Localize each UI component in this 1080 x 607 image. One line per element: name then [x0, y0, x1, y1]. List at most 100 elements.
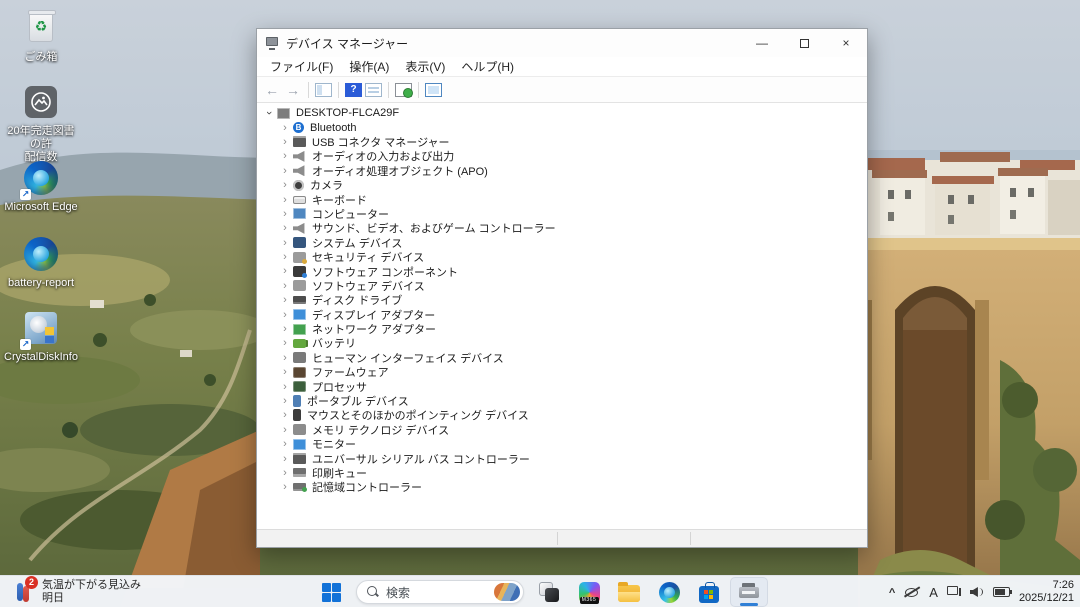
usb-connector-manager-icon: [293, 136, 306, 147]
expand-chevron-icon[interactable]: ›: [279, 123, 291, 133]
device-node-keyboards[interactable]: ›キーボード: [279, 192, 867, 206]
help-button[interactable]: ?: [345, 83, 362, 97]
edge-icon: [659, 582, 680, 603]
device-node-processors[interactable]: ›プロセッサ: [279, 379, 867, 393]
search-icon: [367, 586, 379, 598]
maximize-button[interactable]: [783, 29, 825, 57]
device-node-portable-devices[interactable]: ›ポータブル デバイス: [279, 394, 867, 408]
device-node-usb-connector-manager[interactable]: ›USB コネクタ マネージャー: [279, 135, 867, 149]
device-manager-taskbar-button[interactable]: [730, 577, 768, 607]
device-node-universal-serial-bus-controllers[interactable]: ›ユニバーサル シリアル バス コントローラー: [279, 451, 867, 465]
expand-chevron-icon[interactable]: ›: [279, 209, 291, 219]
device-node-disk-drives[interactable]: ›ディスク ドライブ: [279, 293, 867, 307]
desktop-icon-crystaldiskinfo[interactable]: ↗ CrystalDiskInfo: [2, 310, 80, 364]
device-node-software-components[interactable]: ›ソフトウェア コンポーネント: [279, 264, 867, 278]
collapse-chevron-icon[interactable]: ›: [263, 108, 275, 118]
expand-chevron-icon[interactable]: ›: [279, 396, 291, 406]
desktop-icon-microsoft-edge[interactable]: ↗ Microsoft Edge: [2, 160, 80, 214]
start-button[interactable]: [312, 577, 350, 607]
cameras-icon: [293, 180, 304, 191]
device-node-sound-video-and-game-controllers[interactable]: ›サウンド、ビデオ、およびゲーム コントローラー: [279, 221, 867, 235]
device-node-audio-processing-objects[interactable]: ›オーディオ処理オブジェクト (APO): [279, 164, 867, 178]
expand-chevron-icon[interactable]: ›: [279, 137, 291, 147]
file-explorer-button[interactable]: [610, 577, 648, 607]
expand-chevron-icon[interactable]: ›: [279, 223, 291, 233]
minimize-button[interactable]: —: [741, 29, 783, 57]
eye-slash-icon[interactable]: [904, 586, 920, 598]
expand-chevron-icon[interactable]: ›: [279, 310, 291, 320]
clock[interactable]: 7:26 2025/12/21: [1019, 579, 1074, 605]
weather-widget[interactable]: 2 気温が下がる見込み 明日: [6, 576, 149, 607]
expand-chevron-icon[interactable]: ›: [279, 367, 291, 377]
device-node-firmware[interactable]: ›ファームウェア: [279, 365, 867, 379]
thermometer-icon: 2: [14, 580, 36, 604]
search-box[interactable]: 検索: [356, 580, 524, 604]
portable-devices-icon: [293, 395, 301, 407]
device-node-computer[interactable]: ›コンピューター: [279, 207, 867, 221]
expand-chevron-icon[interactable]: ›: [279, 382, 291, 392]
window-titlebar[interactable]: デバイス マネージャー — ×: [257, 29, 867, 57]
search-highlight-image: [494, 583, 520, 601]
close-button[interactable]: ×: [825, 29, 867, 57]
device-node-memory-technology-devices[interactable]: ›メモリ テクノロジ デバイス: [279, 423, 867, 437]
devices-view-button[interactable]: [425, 83, 442, 97]
device-node-display-adapters[interactable]: ›ディスプレイ アダプター: [279, 307, 867, 321]
device-node-network-adapters[interactable]: ›ネットワーク アダプター: [279, 322, 867, 336]
desktop-icon-recycle-bin[interactable]: ♻ ごみ箱: [2, 10, 80, 64]
menu-view[interactable]: 表示(V): [398, 56, 452, 77]
desktop-icon-image-file[interactable]: 20年完走図書の許 配信数: [2, 84, 80, 164]
device-node-mice-and-other-pointing-devices[interactable]: ›マウスとそのほかのポインティング デバイス: [279, 408, 867, 422]
device-node-software-devices[interactable]: ›ソフトウェア デバイス: [279, 279, 867, 293]
device-node-security-devices[interactable]: ›セキュリティ デバイス: [279, 250, 867, 264]
expand-chevron-icon[interactable]: ›: [279, 353, 291, 363]
device-node-bluetooth[interactable]: ›BBluetooth: [279, 120, 867, 134]
menu-file[interactable]: ファイル(F): [263, 56, 340, 77]
expand-chevron-icon[interactable]: ›: [279, 180, 291, 190]
expand-chevron-icon[interactable]: ›: [279, 324, 291, 334]
edge-button[interactable]: [650, 577, 688, 607]
device-node-print-queues[interactable]: ›印刷キュー: [279, 466, 867, 480]
scan-hardware-changes-button[interactable]: [395, 83, 412, 97]
expand-chevron-icon[interactable]: ›: [279, 166, 291, 176]
expand-chevron-icon[interactable]: ›: [279, 195, 291, 205]
hidden-icons-chevron[interactable]: ^: [889, 587, 895, 599]
expand-chevron-icon[interactable]: ›: [279, 338, 291, 348]
expand-chevron-icon[interactable]: ›: [279, 238, 291, 248]
device-node-monitors[interactable]: ›モニター: [279, 437, 867, 451]
tree-root-computer[interactable]: › DESKTOP-FLCA29F: [263, 106, 867, 120]
device-node-cameras[interactable]: ›カメラ: [279, 178, 867, 192]
expand-chevron-icon[interactable]: ›: [279, 454, 291, 464]
copilot-button[interactable]: M365: [570, 577, 608, 607]
show-console-tree-button[interactable]: [315, 83, 332, 97]
expand-chevron-icon[interactable]: ›: [279, 468, 291, 478]
volume-icon[interactable]: [970, 586, 984, 598]
menu-help[interactable]: ヘルプ(H): [454, 56, 521, 77]
expand-chevron-icon[interactable]: ›: [279, 252, 291, 262]
device-node-system-devices[interactable]: ›システム デバイス: [279, 236, 867, 250]
expand-chevron-icon[interactable]: ›: [279, 266, 291, 276]
expand-chevron-icon[interactable]: ›: [279, 482, 291, 492]
expand-chevron-icon[interactable]: ›: [279, 425, 291, 435]
task-view-button[interactable]: [530, 577, 568, 607]
back-button[interactable]: ←: [263, 82, 281, 98]
ime-mode-indicator[interactable]: A: [929, 585, 938, 600]
device-node-human-interface-devices[interactable]: ›ヒューマン インターフェイス デバイス: [279, 351, 867, 365]
expand-chevron-icon[interactable]: ›: [279, 295, 291, 305]
properties-button[interactable]: [365, 83, 382, 97]
print-queues-icon: [293, 468, 306, 477]
expand-chevron-icon[interactable]: ›: [279, 151, 291, 161]
expand-chevron-icon[interactable]: ›: [279, 281, 291, 291]
expand-chevron-icon[interactable]: ›: [279, 439, 291, 449]
device-category-label: Bluetooth: [310, 122, 356, 134]
monitors-icon: [293, 439, 306, 450]
battery-icon[interactable]: [993, 587, 1010, 597]
expand-chevron-icon[interactable]: ›: [279, 410, 291, 420]
device-node-storage-controllers[interactable]: ›記憶域コントローラー: [279, 480, 867, 494]
microsoft-store-button[interactable]: [690, 577, 728, 607]
device-node-audio-inputs-and-outputs[interactable]: ›オーディオの入力および出力: [279, 149, 867, 163]
forward-button[interactable]: →: [284, 82, 302, 98]
desktop-icon-battery-report[interactable]: battery-report: [2, 236, 80, 290]
device-node-batteries[interactable]: ›バッテリ: [279, 336, 867, 350]
network-icon[interactable]: [947, 586, 961, 598]
menu-action[interactable]: 操作(A): [342, 56, 396, 77]
